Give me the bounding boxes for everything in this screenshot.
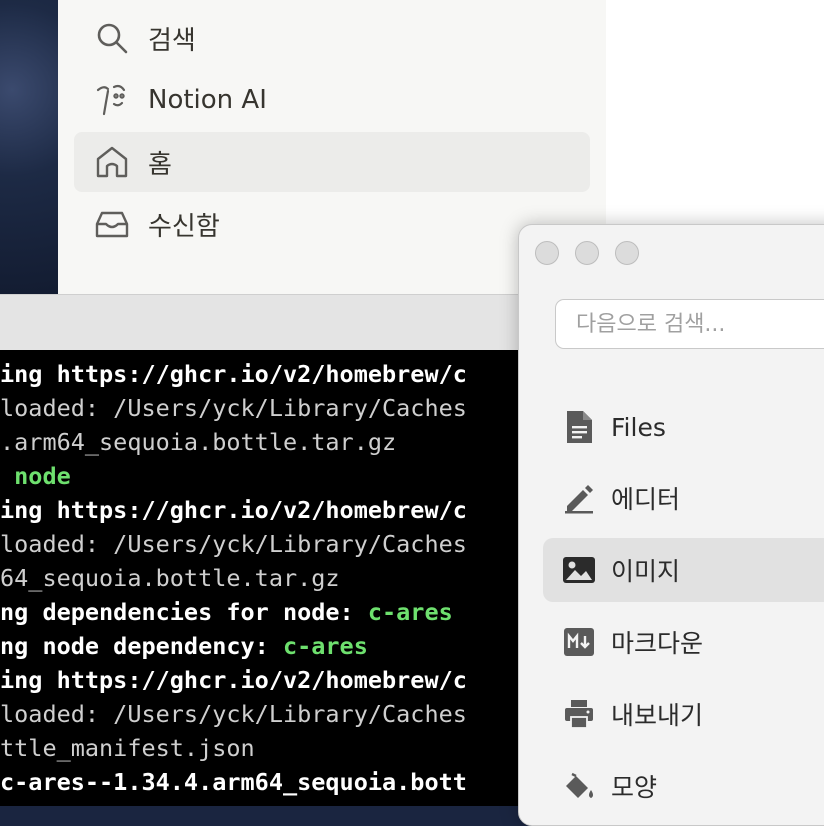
terminal-text-segment: node — [0, 462, 71, 490]
terminal-line: ing https://ghcr.io/v2/homebrew/c — [0, 663, 467, 697]
menu-item-label: 마크다운 — [611, 629, 704, 658]
menu-item-appearance[interactable]: 모양 — [543, 754, 824, 818]
minimize-window-button[interactable] — [575, 241, 599, 265]
menu-item-export[interactable]: 내보내기 — [543, 682, 824, 746]
menu-item-editor[interactable]: 에디터 — [543, 466, 824, 530]
sidebar-item-inbox[interactable]: 수신함 — [74, 194, 590, 254]
search-icon — [92, 18, 132, 58]
zoom-window-button[interactable] — [615, 241, 639, 265]
terminal-line: c-ares--1.34.4.arm64_sequoia.bott — [0, 765, 467, 799]
terminal-line: ing https://ghcr.io/v2/homebrew/c — [0, 493, 467, 527]
printer-icon — [561, 696, 597, 732]
paint-bucket-icon — [561, 768, 597, 804]
sidebar-item-home[interactable]: 홈 — [74, 132, 590, 192]
terminal-text-segment: ng node dependency: — [0, 632, 283, 660]
terminal-text-segment: c-ares--1.34.4.arm64_sequoia.bott — [0, 768, 467, 796]
menu-item-image[interactable]: 이미지 — [543, 538, 824, 602]
sidebar-item-label: 검색 — [148, 25, 196, 56]
terminal-line: ng dependencies for node: c-ares — [0, 595, 453, 629]
desktop-wallpaper — [0, 0, 60, 300]
menu-item-label: 내보내기 — [611, 701, 704, 730]
terminal-line: loaded: /Users/yck/Library/Caches — [0, 697, 467, 731]
sidebar-item-search[interactable]: 검색 — [74, 8, 590, 68]
markdown-icon — [561, 624, 597, 660]
close-window-button[interactable] — [535, 241, 559, 265]
terminal-text-segment: ng dependencies for node: — [0, 598, 368, 626]
terminal-text-segment: c-ares — [282, 632, 368, 660]
menu-item-label: 이미지 — [611, 557, 681, 586]
terminal-text-segment: ttle_manifest.json — [0, 734, 255, 762]
settings-panel: Files 에디터 이미지 — [518, 224, 824, 826]
terminal-text-segment: .arm64_sequoia.bottle.tar.gz — [0, 428, 397, 456]
sidebar-item-notion-ai[interactable]: Notion AI — [74, 70, 590, 130]
terminal-text-segment: loaded: /Users/yck/Library/Caches — [0, 700, 467, 728]
pencil-icon — [561, 480, 597, 516]
terminal-text-segment: ing https://ghcr.io/v2/homebrew/c — [0, 360, 467, 388]
menu-item-markdown[interactable]: 마크다운 — [543, 610, 824, 674]
terminal-text-segment: loaded: /Users/yck/Library/Caches — [0, 530, 467, 558]
terminal-line: node — [0, 459, 71, 493]
search-input[interactable] — [555, 299, 824, 349]
terminal-line: ttle_manifest.json — [0, 731, 255, 765]
terminal-line: .arm64_sequoia.bottle.tar.gz — [0, 425, 396, 459]
image-icon — [561, 552, 597, 588]
menu-item-label: Files — [611, 412, 666, 442]
sidebar-item-label: Notion AI — [148, 85, 267, 115]
inbox-icon — [92, 204, 132, 244]
terminal-line: loaded: /Users/yck/Library/Caches — [0, 391, 467, 425]
terminal-line: 64_sequoia.bottle.tar.gz — [0, 561, 340, 595]
menu-item-label: 에디터 — [611, 485, 681, 514]
home-icon — [92, 142, 132, 182]
terminal-text-segment: 64_sequoia.bottle.tar.gz — [0, 564, 340, 592]
terminal-text-segment: loaded: /Users/yck/Library/Caches — [0, 394, 467, 422]
terminal-text-segment: ing https://ghcr.io/v2/homebrew/c — [0, 496, 467, 524]
terminal-line: ing https://ghcr.io/v2/homebrew/c — [0, 357, 467, 391]
terminal-text-segment: c-ares — [367, 598, 453, 626]
notion-ai-icon — [92, 80, 132, 120]
terminal-line: loaded: /Users/yck/Library/Caches — [0, 527, 467, 561]
menu-item-files[interactable]: Files — [543, 395, 824, 459]
menu-item-label: 모양 — [611, 773, 658, 802]
terminal-line: ng node dependency: c-ares — [0, 629, 368, 663]
sidebar-item-label: 수신함 — [148, 211, 220, 242]
terminal-text-segment: ing https://ghcr.io/v2/homebrew/c — [0, 666, 467, 694]
sidebar-item-label: 홈 — [148, 149, 172, 180]
file-icon — [561, 409, 597, 445]
